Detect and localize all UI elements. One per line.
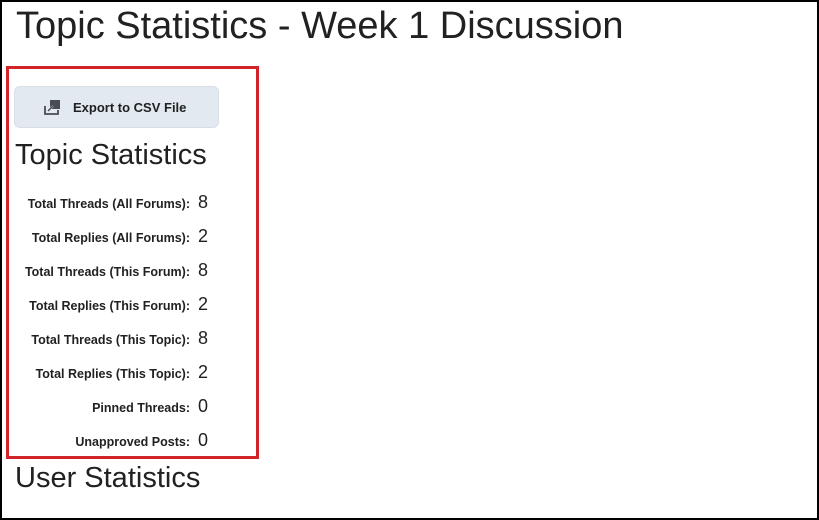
stat-label: Total Threads (This Forum): xyxy=(24,265,190,279)
stat-row-total-replies-this-topic: Total Replies (This Topic): 2 xyxy=(2,358,252,392)
stat-row-total-threads-all-forums: Total Threads (All Forums): 8 xyxy=(2,188,252,222)
stat-value: 2 xyxy=(198,226,209,246)
stat-value: 0 xyxy=(198,396,209,416)
stat-label: Unapproved Posts: xyxy=(75,435,190,449)
stat-row-total-replies-this-forum: Total Replies (This Forum): 2 xyxy=(2,290,252,324)
topic-statistics-heading: Topic Statistics xyxy=(15,139,207,171)
stat-label: Total Replies (This Forum): xyxy=(29,299,190,313)
page-frame: Topic Statistics - Week 1 Discussion Exp… xyxy=(0,0,819,520)
stat-label: Total Threads (This Topic): xyxy=(31,333,190,347)
user-statistics-heading: User Statistics xyxy=(15,462,201,494)
stat-row-total-replies-all-forums: Total Replies (All Forums): 2 xyxy=(2,222,252,256)
export-icon xyxy=(43,97,63,117)
stat-value: 2 xyxy=(198,362,209,382)
stat-row-total-threads-this-topic: Total Threads (This Topic): 8 xyxy=(2,324,252,358)
stat-row-pinned-threads: Pinned Threads: 0 xyxy=(2,392,252,426)
stat-row-total-threads-this-forum: Total Threads (This Forum): 8 xyxy=(2,256,252,290)
stat-value: 0 xyxy=(198,430,209,450)
stat-label: Total Replies (All Forums): xyxy=(31,231,190,245)
stat-label: Total Replies (This Topic): xyxy=(35,367,190,381)
stat-value: 2 xyxy=(198,294,209,314)
export-csv-button[interactable]: Export to CSV File xyxy=(14,86,219,128)
stat-label: Total Threads (All Forums): xyxy=(27,197,190,211)
stat-value: 8 xyxy=(198,192,209,212)
stat-value: 8 xyxy=(198,260,209,280)
stat-row-unapproved-posts: Unapproved Posts: 0 xyxy=(2,426,252,460)
stat-label: Pinned Threads: xyxy=(92,401,190,415)
stat-value: 8 xyxy=(198,328,209,348)
topic-statistics-list: Total Threads (All Forums): 8 Total Repl… xyxy=(2,188,252,460)
export-csv-button-label: Export to CSV File xyxy=(73,99,187,115)
page-title: Topic Statistics - Week 1 Discussion xyxy=(16,5,624,47)
